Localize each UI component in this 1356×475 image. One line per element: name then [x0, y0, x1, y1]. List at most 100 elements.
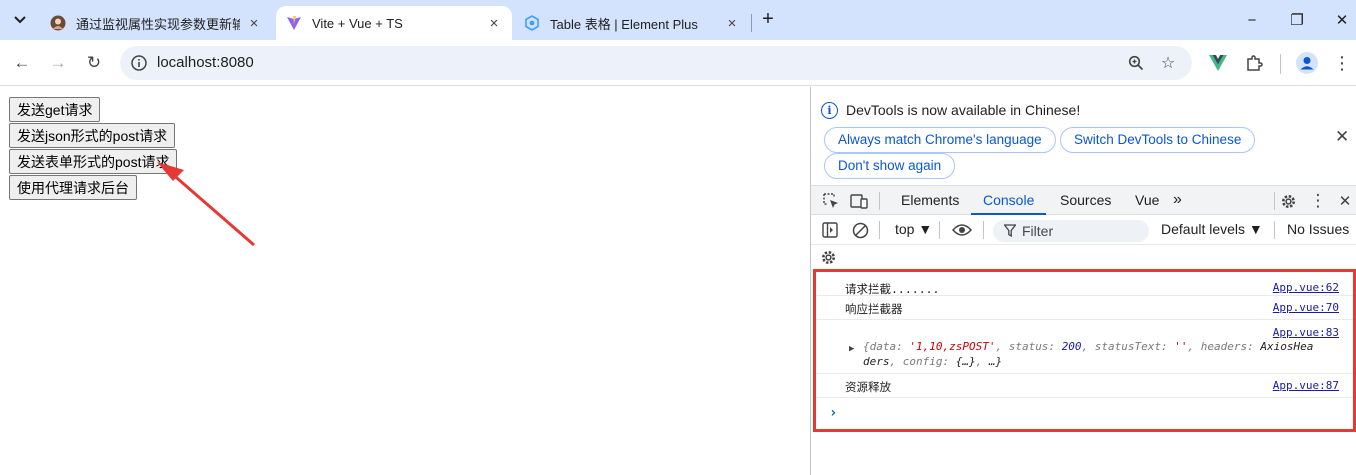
devtools-panel: i DevTools is now available in Chinese! …: [810, 87, 1356, 475]
log-message: 请求拦截.......: [845, 282, 940, 296]
vue-devtools-icon[interactable]: [1205, 50, 1231, 76]
object-value-string: '1,10,zsPOST': [909, 340, 996, 353]
tab-close-icon[interactable]: ×: [246, 15, 262, 32]
use-proxy-request-button[interactable]: 使用代理请求后台: [9, 175, 137, 200]
object-preview-line: ders, config: {…}, …}: [863, 355, 1002, 368]
filter-placeholder: Filter: [1022, 223, 1054, 239]
inspect-element-icon[interactable]: [820, 190, 842, 212]
tab-console[interactable]: Console: [970, 186, 1047, 215]
tab-close-icon[interactable]: ×: [724, 15, 740, 32]
tab-search-chevron-down-icon[interactable]: [8, 8, 32, 32]
url-text[interactable]: localhost:8080: [157, 54, 254, 71]
log-message: 资源释放: [845, 380, 891, 394]
issues-counter[interactable]: No Issues: [1287, 221, 1349, 237]
tab-title: Vite + Vue + TS: [312, 15, 403, 31]
object-value-number: 200: [1061, 340, 1082, 353]
object-value-string: '': [1174, 340, 1188, 353]
vite-logo-icon: [286, 15, 302, 31]
tab-close-icon[interactable]: ×: [486, 15, 502, 32]
log-source-link[interactable]: App.vue:87: [1273, 379, 1339, 392]
tab-strip: 通过监视属性实现参数更新输出 × Vite + Vue + TS × Table…: [0, 0, 1356, 40]
avatar-favicon-icon: [50, 15, 66, 31]
log-source-link[interactable]: App.vue:70: [1273, 301, 1339, 314]
console-log-line: 资源释放 App.vue:87: [816, 374, 1353, 398]
tab-title: Table 表格 | Element Plus: [550, 16, 698, 32]
minimize-button[interactable]: −: [1240, 8, 1264, 32]
tab-title: 通过监视属性实现参数更新输出: [76, 16, 240, 32]
devtools-tab-bar: Elements Console Sources Vue » ⋮ ✕: [811, 185, 1356, 215]
reload-button[interactable]: ↻: [81, 50, 107, 76]
expand-triangle-icon[interactable]: ▶: [849, 344, 854, 354]
site-info-icon[interactable]: [128, 52, 150, 74]
toolbar-divider: [1280, 54, 1281, 74]
settings-gear-icon[interactable]: [1277, 190, 1299, 212]
browser-toolbar: ← → ↻ localhost:8080 ☆ ⋮: [0, 40, 1356, 86]
object-key: ,: [975, 355, 989, 368]
console-settings-row: [811, 245, 1356, 269]
show-sidebar-icon[interactable]: [819, 219, 841, 241]
context-selector[interactable]: top ▼: [895, 221, 932, 237]
toolbar-divider: [1274, 192, 1275, 210]
forward-button[interactable]: →: [45, 50, 71, 76]
tab-sources[interactable]: Sources: [1060, 186, 1111, 215]
element-plus-logo-icon: [524, 15, 540, 31]
console-log-line: 响应拦截器 App.vue:70: [816, 296, 1353, 320]
log-source-link[interactable]: App.vue:83: [1273, 326, 1339, 339]
console-output: 请求拦截....... App.vue:62 响应拦截器 App.vue:70 …: [813, 269, 1356, 432]
console-log-object[interactable]: App.vue:83 ▶ {data: '1,10,zsPOST', statu…: [816, 320, 1353, 374]
language-banner: i DevTools is now available in Chinese! …: [811, 87, 1356, 185]
live-expression-eye-icon[interactable]: [951, 219, 973, 241]
console-settings-gear-icon[interactable]: [817, 246, 839, 268]
extensions-puzzle-icon[interactable]: [1241, 50, 1267, 76]
object-value: …}: [988, 355, 1003, 368]
log-source-link[interactable]: App.vue:62: [1273, 281, 1339, 294]
tab-watch-article[interactable]: 通过监视属性实现参数更新输出 ×: [40, 6, 272, 40]
object-value: {…}: [955, 355, 976, 368]
console-prompt-chevron-icon[interactable]: ›: [829, 405, 837, 421]
more-tabs-icon[interactable]: »: [1173, 186, 1182, 215]
browser-menu-icon[interactable]: ⋮: [1329, 50, 1355, 76]
tab-elements[interactable]: Elements: [901, 186, 959, 215]
filter-funnel-icon: [1003, 224, 1017, 240]
console-toolbar: top ▼ Filter Default levels ▼ No Issues: [811, 215, 1356, 245]
back-button[interactable]: ←: [9, 50, 35, 76]
tab-vite-vue-ts[interactable]: Vite + Vue + TS ×: [276, 6, 512, 40]
object-key: {data:: [863, 340, 910, 353]
new-tab-button[interactable]: +: [756, 8, 780, 32]
banner-message: DevTools is now available in Chinese!: [846, 102, 1081, 118]
clear-console-icon[interactable]: [849, 219, 871, 241]
toolbar-divider: [939, 221, 940, 239]
toolbar-divider: [983, 221, 984, 239]
tab-vue[interactable]: Vue: [1135, 186, 1159, 215]
log-levels-dropdown[interactable]: Default levels ▼: [1161, 221, 1263, 237]
object-key: , statusText:: [1081, 340, 1175, 353]
tab-separator: [751, 14, 752, 32]
address-bar[interactable]: localhost:8080 ☆: [120, 46, 1192, 80]
zoom-icon[interactable]: [1126, 53, 1146, 73]
close-window-button[interactable]: ✕: [1330, 8, 1354, 32]
toolbar-divider: [1274, 221, 1275, 239]
profile-icon[interactable]: [1294, 50, 1320, 76]
close-banner-icon[interactable]: ✕: [1335, 127, 1349, 147]
close-devtools-icon[interactable]: ✕: [1334, 190, 1356, 212]
send-form-post-request-button[interactable]: 发送表单形式的post请求: [9, 149, 178, 174]
send-json-post-request-button[interactable]: 发送json形式的post请求: [9, 123, 176, 148]
tab-element-plus-table[interactable]: Table 表格 | Element Plus ×: [514, 6, 750, 40]
console-filter-input[interactable]: Filter: [993, 220, 1149, 242]
toolbar-divider: [879, 221, 880, 239]
page-viewport: 发送get请求 发送json形式的post请求 发送表单形式的post请求 使用…: [0, 87, 810, 475]
bookmark-star-icon[interactable]: ☆: [1158, 53, 1178, 73]
devtools-menu-icon[interactable]: ⋮: [1307, 190, 1329, 212]
match-chrome-language-button[interactable]: Always match Chrome's language: [824, 127, 1056, 153]
info-icon: i: [821, 102, 838, 119]
switch-to-chinese-button[interactable]: Switch DevTools to Chinese: [1060, 127, 1256, 153]
object-key: , config:: [889, 355, 956, 368]
object-value: ders: [863, 355, 890, 368]
object-key: , status:: [995, 340, 1062, 353]
object-value: AxiosHea: [1260, 340, 1314, 353]
maximize-button[interactable]: ❐: [1285, 8, 1309, 32]
send-get-request-button[interactable]: 发送get请求: [9, 97, 101, 122]
dont-show-again-button[interactable]: Don't show again: [824, 153, 956, 179]
device-toolbar-icon[interactable]: [848, 190, 870, 212]
console-log-line: 请求拦截....... App.vue:62: [816, 272, 1353, 296]
